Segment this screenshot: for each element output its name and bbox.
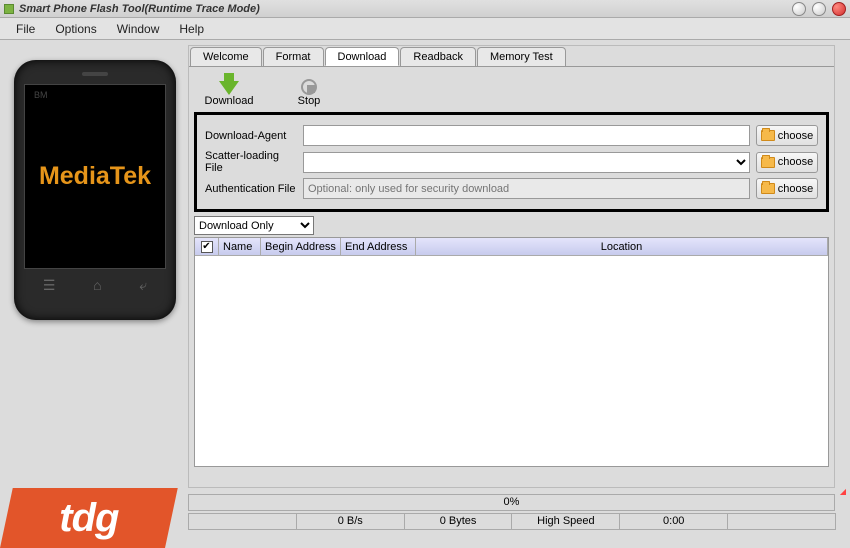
titlebar: Smart Phone Flash Tool(Runtime Trace Mod… xyxy=(0,0,850,18)
header-begin-address[interactable]: Begin Address xyxy=(261,238,341,255)
stop-button[interactable]: Stop xyxy=(269,73,349,107)
folder-icon xyxy=(761,157,775,168)
auth-file-input[interactable] xyxy=(303,178,750,199)
window-title: Smart Phone Flash Tool(Runtime Trace Mod… xyxy=(19,3,792,15)
red-tick-icon: ◢ xyxy=(840,487,846,496)
status-empty1 xyxy=(188,513,297,530)
status-bytes: 0 Bytes xyxy=(404,513,513,530)
tab-readback[interactable]: Readback xyxy=(400,47,476,66)
tab-format[interactable]: Format xyxy=(263,47,324,66)
scatter-file-combo[interactable] xyxy=(303,152,750,173)
folder-icon xyxy=(761,130,775,141)
status-empty2 xyxy=(727,513,836,530)
header-location[interactable]: Location xyxy=(416,238,828,255)
folder-icon xyxy=(761,183,775,194)
header-checkbox-column[interactable]: ✔ xyxy=(195,238,219,255)
phone-screen: MediaTek xyxy=(24,84,166,269)
download-button[interactable]: Download xyxy=(189,73,269,107)
tdg-watermark: tdg xyxy=(0,488,178,548)
back-softkey-icon: ⤶ xyxy=(139,277,147,294)
select-all-checkbox[interactable]: ✔ xyxy=(201,241,213,253)
content-area: Welcome Format Download Readback Memory … xyxy=(188,45,835,488)
tab-welcome[interactable]: Welcome xyxy=(190,47,262,66)
maximize-button[interactable] xyxy=(812,2,826,16)
download-arrow-icon xyxy=(219,81,239,95)
menu-help[interactable]: Help xyxy=(169,20,214,38)
menu-file[interactable]: File xyxy=(6,20,45,38)
scatter-file-label: Scatter-loading File xyxy=(205,150,297,174)
download-agent-choose-button[interactable]: choose xyxy=(756,125,818,146)
download-button-label: Download xyxy=(205,95,254,107)
status-bar: 0% 0 B/s 0 Bytes High Speed 0:00 xyxy=(188,494,835,530)
menu-window[interactable]: Window xyxy=(107,20,170,38)
menubar: File Options Window Help xyxy=(0,18,850,40)
download-mode-select[interactable]: Download Only xyxy=(194,216,314,235)
status-speed: 0 B/s xyxy=(296,513,405,530)
stop-button-label: Stop xyxy=(298,95,321,107)
header-name[interactable]: Name xyxy=(219,238,261,255)
tab-download[interactable]: Download xyxy=(325,47,400,66)
scatter-file-choose-button[interactable]: choose xyxy=(756,152,818,173)
table-header: ✔ Name Begin Address End Address Locatio… xyxy=(195,238,828,256)
phone-bm-label: BM xyxy=(34,90,48,100)
download-agent-input[interactable] xyxy=(303,125,750,146)
home-softkey-icon: ⌂ xyxy=(93,277,101,294)
menu-options[interactable]: Options xyxy=(45,20,106,38)
tab-bar: Welcome Format Download Readback Memory … xyxy=(189,47,834,67)
file-selection-box: Download-Agent choose Scatter-loading Fi… xyxy=(194,112,829,212)
toolbar: Download Stop xyxy=(189,67,834,112)
status-time: 0:00 xyxy=(619,513,728,530)
table-body xyxy=(195,256,828,466)
phone-speaker-icon xyxy=(82,72,108,76)
stop-icon xyxy=(301,79,317,95)
header-end-address[interactable]: End Address xyxy=(341,238,416,255)
menu-softkey-icon: ☰ xyxy=(43,277,56,294)
auth-file-choose-button[interactable]: choose xyxy=(756,178,818,199)
tab-memory-test[interactable]: Memory Test xyxy=(477,47,566,66)
progress-bar: 0% xyxy=(188,494,835,511)
phone-preview: BM MediaTek ☰ ⌂ ⤶ xyxy=(14,60,176,320)
close-button[interactable] xyxy=(832,2,846,16)
minimize-button[interactable] xyxy=(792,2,806,16)
status-mode: High Speed xyxy=(511,513,620,530)
phone-brand-logo: MediaTek xyxy=(39,162,151,191)
download-agent-label: Download-Agent xyxy=(205,130,297,142)
auth-file-label: Authentication File xyxy=(205,183,297,195)
app-icon xyxy=(4,4,14,14)
partition-table: ✔ Name Begin Address End Address Locatio… xyxy=(194,237,829,467)
